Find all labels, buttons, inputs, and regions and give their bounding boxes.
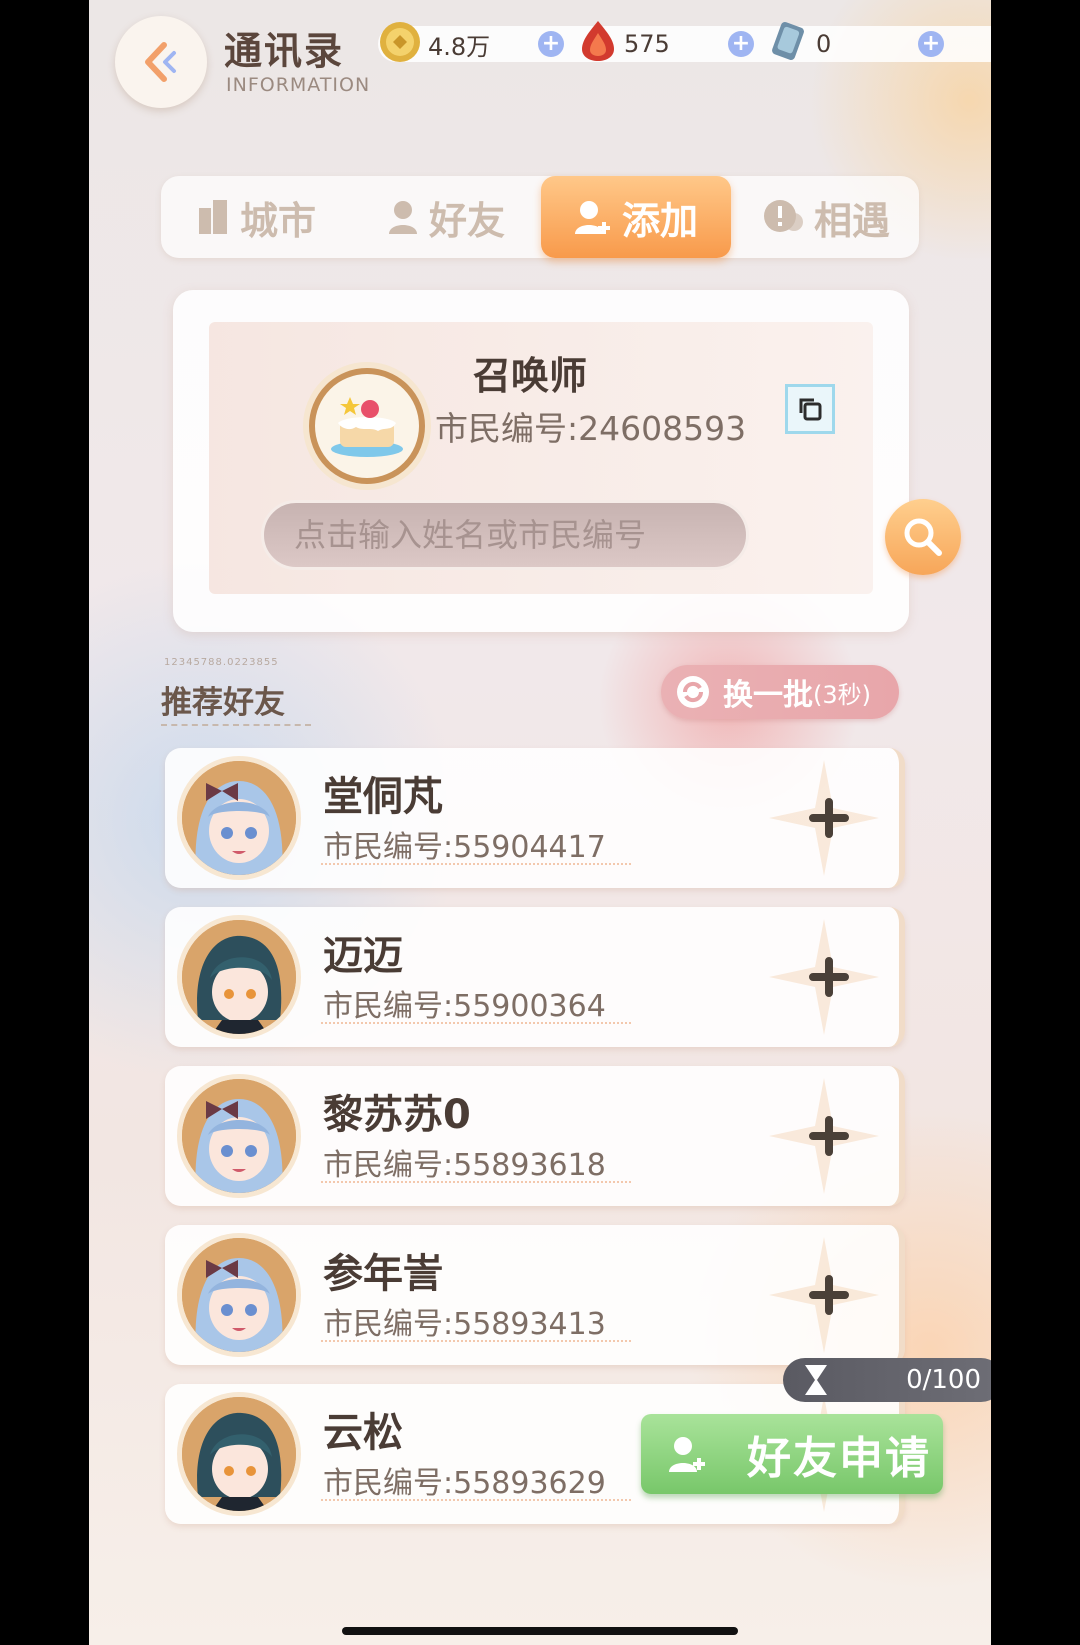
copy-id-button[interactable] <box>785 384 835 434</box>
tab-encounter-label: 相遇 <box>813 198 890 243</box>
page-title: 通讯录 <box>224 29 345 73</box>
refresh-timer: (3秒) <box>813 680 871 709</box>
friend-request-label: 好友申请 <box>747 1433 931 1484</box>
resource-gold: 4.8万 + <box>378 22 564 62</box>
profile-card: 召唤师 市民编号:24608593 点击输入姓名或市民编号 <box>173 290 909 632</box>
add-person-icon <box>574 201 610 234</box>
friend-name: 黎苏苏0 <box>323 1092 471 1138</box>
my-citizen-id: 市民编号:24608593 <box>435 409 747 448</box>
tab-add-label: 添加 <box>621 198 698 243</box>
friend-count-pill: 0/100 <box>783 1358 991 1402</box>
blue-hair-girl-avatar-icon <box>182 1238 296 1352</box>
search-button[interactable] <box>885 499 961 575</box>
friend-avatar[interactable] <box>177 1233 301 1357</box>
gold-coin-icon <box>380 22 420 62</box>
crystal-value: 575 <box>624 30 670 58</box>
blue-hair-girl-avatar-icon <box>182 1079 296 1193</box>
screen: 通讯录 INFORMATION 4.8万 + 575 + 0 + 城市 好友 添… <box>89 0 991 1645</box>
copy-icon <box>799 398 822 421</box>
hourglass-icon <box>805 1365 827 1395</box>
friend-divider <box>321 1022 631 1024</box>
friend-name: 云松 <box>323 1410 403 1456</box>
tab-friends[interactable]: 好友 <box>351 176 541 258</box>
add-friend-icon[interactable] <box>807 1114 851 1158</box>
my-name: 召唤师 <box>473 354 588 398</box>
recommend-divider <box>161 724 311 726</box>
back-arrow-icon <box>145 42 176 82</box>
my-avatar[interactable] <box>303 362 431 490</box>
recommend-title: 推荐好友 <box>161 685 285 721</box>
friend-name: 参年訔 <box>323 1251 443 1297</box>
add-card-button[interactable]: + <box>918 31 944 57</box>
add-person-icon <box>669 1437 705 1472</box>
add-friend-icon[interactable] <box>807 955 851 999</box>
friend-divider <box>321 1499 631 1501</box>
refresh-icon <box>677 676 709 708</box>
back-button[interactable] <box>115 16 207 108</box>
dark-hair-boy-avatar-icon <box>182 920 296 1034</box>
add-gold-button[interactable]: + <box>538 31 564 57</box>
person-icon <box>388 201 417 234</box>
home-indicator <box>342 1627 738 1635</box>
friend-row[interactable]: 堂侗芃市民编号:55904417 <box>165 748 905 888</box>
friend-citizen-id: 市民编号:55893629 <box>323 1466 606 1501</box>
friend-divider <box>321 863 631 865</box>
search-input[interactable]: 点击输入姓名或市民编号 <box>261 500 749 570</box>
resource-crystal: 575 + <box>578 21 754 62</box>
tab-bar: 城市 好友 添加 相遇 <box>161 176 919 258</box>
friend-avatar[interactable] <box>177 1074 301 1198</box>
friend-avatar[interactable] <box>177 1392 301 1516</box>
tab-encounter[interactable]: 相遇 <box>731 176 921 258</box>
tab-friends-label: 好友 <box>428 198 505 243</box>
resource-card: 0 + <box>768 22 944 62</box>
friend-divider <box>321 1181 631 1183</box>
friend-name: 迈迈 <box>323 933 403 979</box>
dark-hair-boy-avatar-icon <box>182 1397 296 1511</box>
cake-icon <box>331 397 403 457</box>
refresh-label: 换一批 <box>723 678 813 713</box>
friend-citizen-id: 市民编号:55893413 <box>323 1307 606 1342</box>
card-value: 0 <box>816 30 832 58</box>
card-ticket-icon <box>772 22 804 60</box>
friend-citizen-id: 市民编号:55900364 <box>323 989 606 1024</box>
add-crystal-button[interactable]: + <box>728 31 754 57</box>
friend-citizen-id: 市民编号:55904417 <box>323 830 606 865</box>
friend-citizen-id: 市民编号:55893618 <box>323 1148 606 1183</box>
red-crystal-icon <box>582 21 614 61</box>
friend-count: 0/100 <box>906 1365 981 1395</box>
friend-row[interactable]: 迈迈市民编号:55900364 <box>165 907 905 1047</box>
chat-icon <box>763 200 803 232</box>
tab-city-label: 城市 <box>239 198 316 243</box>
serial-number: 12345788.0223855 <box>164 657 279 668</box>
tab-city[interactable]: 城市 <box>161 176 351 258</box>
friend-row[interactable]: 黎苏苏0 市民编号:55893618 <box>165 1066 905 1206</box>
search-icon <box>904 518 942 556</box>
refresh-button[interactable]: 换一批 (3秒) <box>661 665 899 719</box>
friend-avatar[interactable] <box>177 756 301 880</box>
building-icon <box>198 200 227 234</box>
page-subtitle: INFORMATION <box>226 74 371 96</box>
friend-request-button[interactable]: 好友申请 <box>641 1414 943 1494</box>
friend-avatar[interactable] <box>177 915 301 1039</box>
friend-name: 堂侗芃 <box>323 774 443 820</box>
blue-hair-girl-avatar-icon <box>182 761 296 875</box>
add-friend-icon[interactable] <box>807 796 851 840</box>
resource-bar: 4.8万 + 575 + 0 + <box>378 21 991 62</box>
add-friend-icon[interactable] <box>807 1273 851 1317</box>
friend-divider <box>321 1340 631 1342</box>
friend-row[interactable]: 参年訔市民编号:55893413 <box>165 1225 905 1365</box>
gold-value: 4.8万 <box>428 32 491 61</box>
tab-add[interactable]: 添加 <box>541 176 731 258</box>
